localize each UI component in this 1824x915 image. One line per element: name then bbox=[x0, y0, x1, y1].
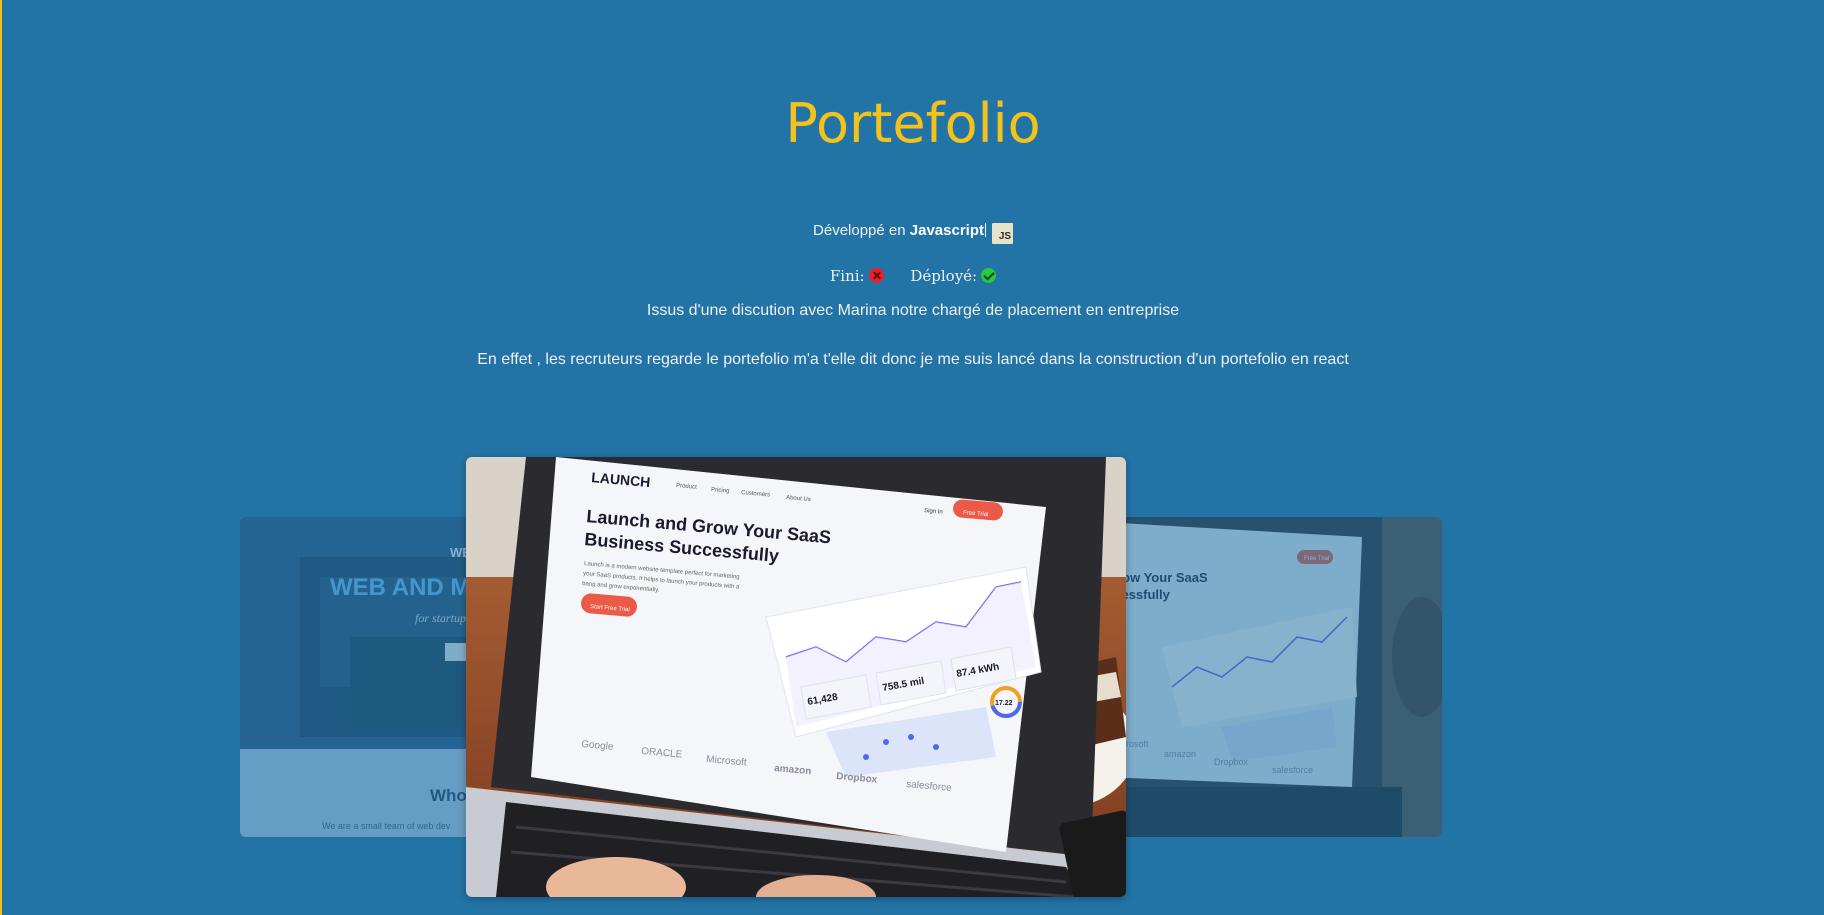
svg-text:17.22: 17.22 bbox=[995, 700, 1013, 707]
svg-text:WEB AND M: WEB AND M bbox=[330, 574, 470, 601]
svg-text:Free Trial: Free Trial bbox=[1304, 556, 1329, 562]
current-slide-image: LAUNCH Product Pricing Customers About U… bbox=[466, 457, 1126, 897]
screenshot-carousel: WE WEB AND M for startup Who We are a sm… bbox=[2, 0, 1824, 915]
svg-text:salesforce: salesforce bbox=[1272, 765, 1313, 775]
carousel-slide-next[interactable]: Grow Your SaaS ccessfully Free Trial Mic… bbox=[1102, 517, 1442, 837]
svg-text:Who: Who bbox=[430, 786, 467, 805]
next-slide-image: Grow Your SaaS ccessfully Free Trial Mic… bbox=[1102, 517, 1442, 837]
svg-text:We are a small team of web dev: We are a small team of web dev bbox=[322, 821, 451, 831]
carousel-slide-current[interactable]: LAUNCH Product Pricing Customers About U… bbox=[466, 457, 1126, 897]
svg-text:amazon: amazon bbox=[1164, 749, 1196, 759]
svg-text:Dropbox: Dropbox bbox=[1214, 757, 1249, 767]
svg-text:for startup: for startup bbox=[415, 611, 466, 625]
